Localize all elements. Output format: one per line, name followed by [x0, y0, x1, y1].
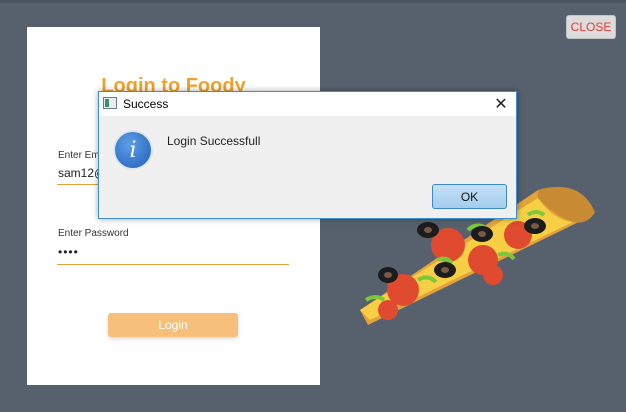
dialog-message: Login Successfull — [167, 134, 261, 148]
top-strip — [0, 0, 626, 3]
dialog-titlebar[interactable]: Success ✕ — [99, 92, 516, 116]
password-underline — [57, 264, 289, 265]
close-icon[interactable]: ✕ — [489, 94, 513, 114]
info-icon: i — [113, 130, 153, 170]
login-button[interactable]: Login — [108, 313, 238, 337]
password-label: Enter Password — [58, 228, 129, 239]
close-button[interactable]: CLOSE — [566, 15, 616, 39]
success-dialog: Success ✕ i Login Successfull OK — [98, 91, 517, 219]
dialog-title: Success — [123, 97, 169, 111]
window-icon — [103, 97, 117, 109]
password-field[interactable]: •••• — [58, 245, 79, 259]
ok-button[interactable]: OK — [432, 184, 507, 209]
